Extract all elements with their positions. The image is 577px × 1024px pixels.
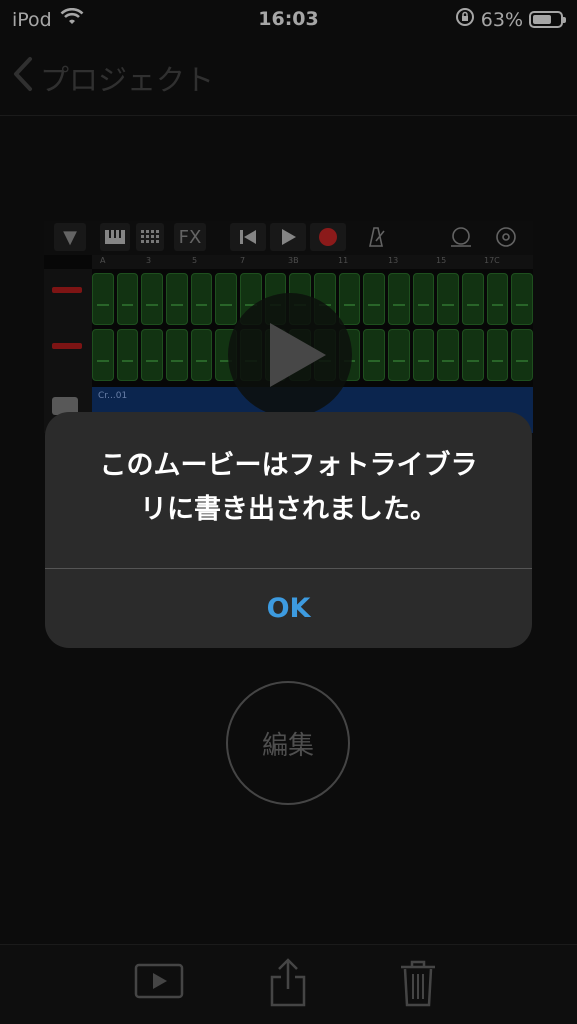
alert-message-line: このムービーはフォトライブラ [99, 450, 478, 481]
ok-button[interactable]: OK [45, 569, 532, 648]
alert-message: このムービーはフォトライブラ リに書き出されました。 [75, 444, 502, 532]
alert-dialog: このムービーはフォトライブラ リに書き出されました。 OK [45, 412, 532, 648]
alert-message-line: リに書き出されました。 [140, 494, 437, 525]
